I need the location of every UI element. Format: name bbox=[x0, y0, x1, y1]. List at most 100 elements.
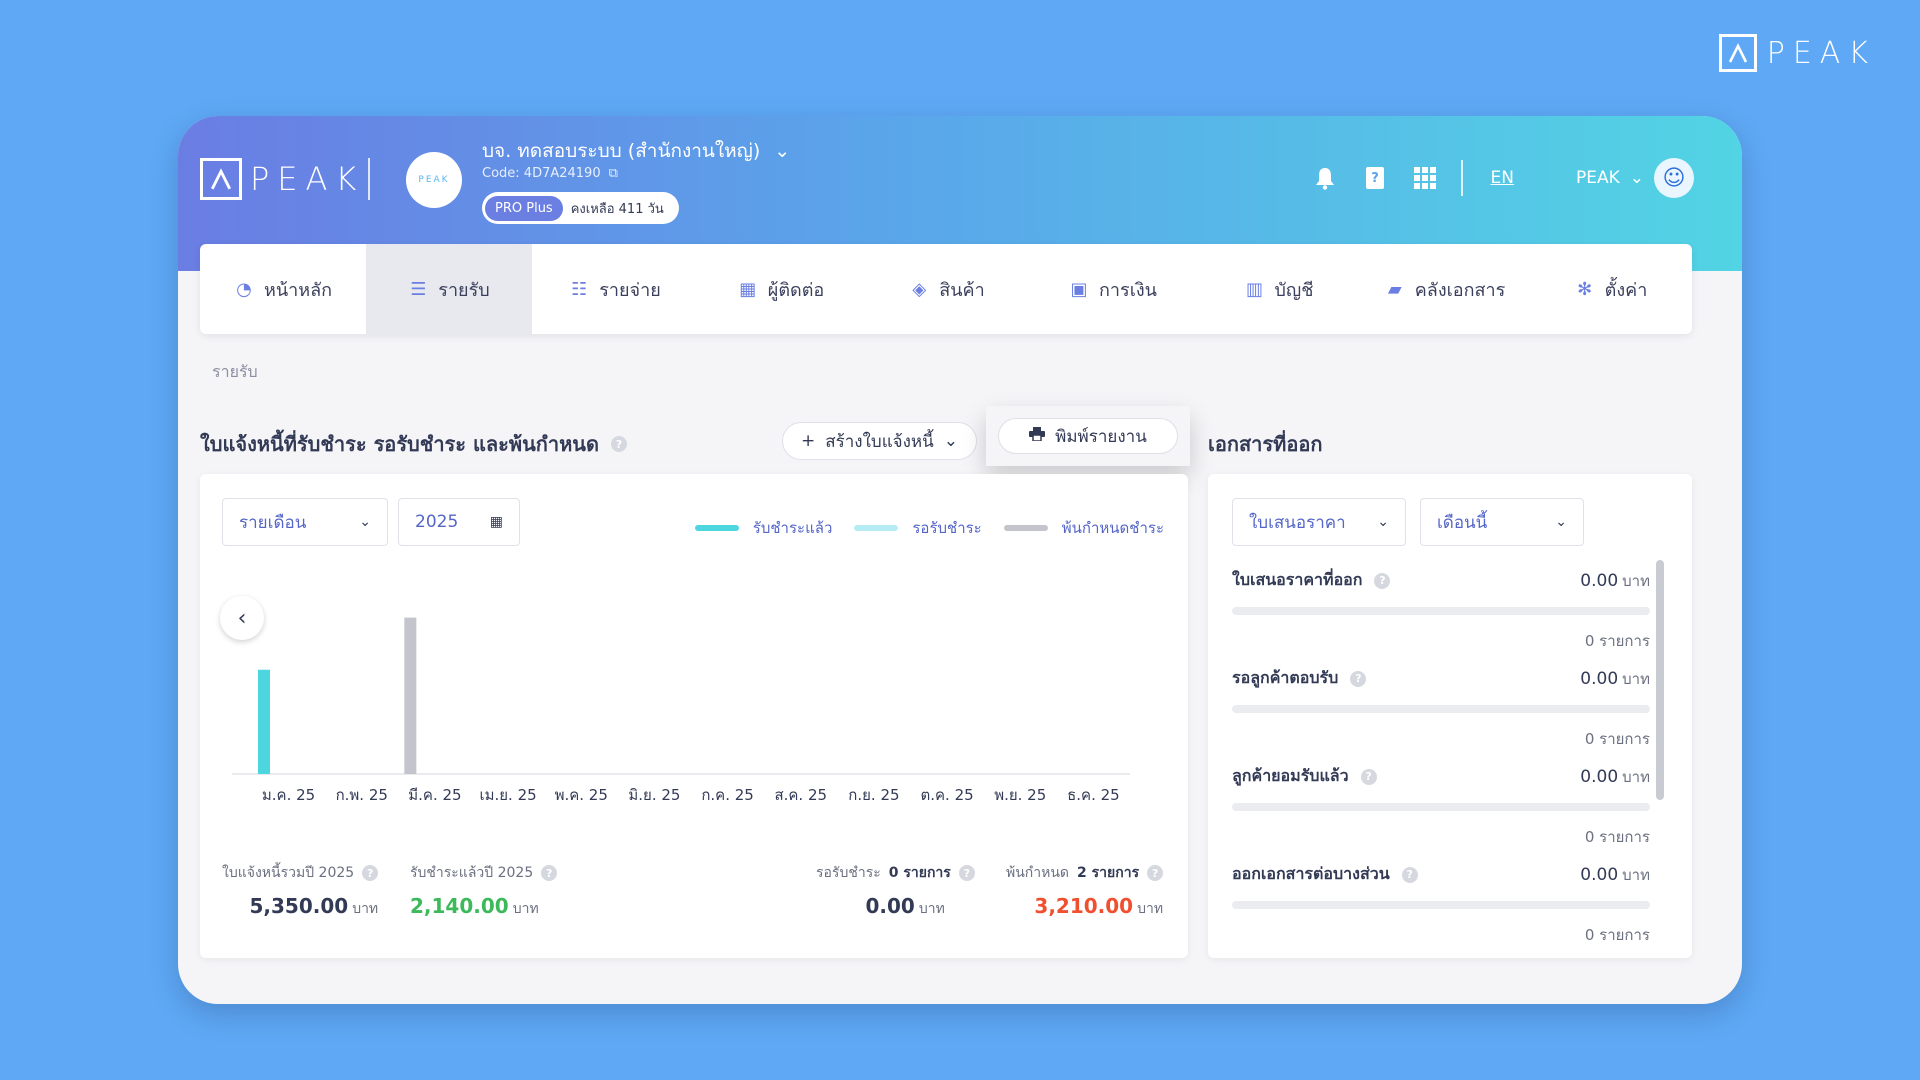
chart-legend: รับชำระแล้ว รอรับชำระ พ้นกำหนดชำระ bbox=[694, 516, 1164, 540]
document-row-count: 0 รายการ bbox=[1584, 828, 1650, 846]
print-report-button[interactable]: พิมพ์รายงาน bbox=[998, 418, 1178, 454]
document-row-count: 0 รายการ bbox=[1584, 632, 1650, 650]
stat-unit: บาท bbox=[1137, 901, 1164, 917]
document-row-count: 0 รายการ bbox=[1584, 730, 1650, 748]
print-report-popover: พิมพ์รายงาน bbox=[986, 406, 1190, 466]
gear-icon: ✻ bbox=[1577, 278, 1593, 300]
product-box-icon: ◈ bbox=[912, 278, 927, 300]
document-row[interactable]: รอลูกค้าตอบรับ? 0.00 บาท 0 รายการ bbox=[1232, 666, 1650, 751]
corner-peak-logo: PEAK bbox=[1718, 34, 1876, 72]
expense-icon: ☷ bbox=[571, 278, 588, 300]
help-icon[interactable]: ? bbox=[958, 865, 975, 881]
x-tick-label: มิ.ย. 25 bbox=[628, 786, 680, 804]
x-tick-label: ก.ค. 25 bbox=[701, 786, 754, 804]
document-row[interactable]: ลูกค้ายอมรับแล้ว? 0.00 บาท 0 รายการ bbox=[1232, 764, 1650, 849]
create-invoice-button[interactable]: + สร้างใบแจ้งหนี้ ⌄ bbox=[782, 422, 977, 460]
documents-scrollbar[interactable] bbox=[1656, 560, 1664, 800]
company-avatar[interactable]: PEAK bbox=[406, 152, 462, 208]
svg-text:?: ? bbox=[1371, 171, 1379, 186]
document-row-unit: บาท bbox=[1622, 865, 1650, 884]
period-select-value: รายเดือน bbox=[239, 512, 307, 533]
document-row-amount: 0.00 bbox=[1580, 864, 1619, 885]
plan-pill[interactable]: PRO Plus คงเหลือ 411 วัน bbox=[482, 192, 679, 224]
documents-card: ใบเสนอราคา ⌄ เดือนนี้ ⌄ ใบเสนอราคาที่ออก… bbox=[1208, 474, 1692, 958]
document-row-unit: บาท bbox=[1622, 571, 1650, 590]
help-icon[interactable]: ? bbox=[1147, 865, 1164, 881]
legend-item-overdue[interactable]: พ้นกำหนดชำระ bbox=[1003, 516, 1164, 540]
nav-item-contacts[interactable]: ▦ ผู้ติดต่อ bbox=[698, 244, 864, 334]
bell-icon[interactable] bbox=[1311, 164, 1339, 192]
document-row-amount: 0.00 bbox=[1580, 766, 1619, 787]
nav-item-accounting[interactable]: ▥ บัญชี bbox=[1196, 244, 1362, 334]
corner-logo-text: PEAK bbox=[1766, 35, 1876, 71]
stat-pending-count: 0 รายการ bbox=[888, 865, 951, 881]
help-icon[interactable]: ? bbox=[1374, 572, 1391, 589]
x-tick-label: ม.ค. 25 bbox=[262, 786, 315, 804]
year-picker[interactable]: 2025 ▦ bbox=[398, 498, 520, 546]
nav-label: ผู้ติดต่อ bbox=[767, 279, 825, 301]
document-row[interactable]: ใบเสนอราคาที่ออก? 0.00 บาท 0 รายการ bbox=[1232, 568, 1650, 653]
document-period-select[interactable]: เดือนนี้ ⌄ bbox=[1420, 498, 1584, 546]
document-type-select[interactable]: ใบเสนอราคา ⌄ bbox=[1232, 498, 1406, 546]
app-logo[interactable]: PEAK bbox=[200, 158, 364, 200]
peak-logo-icon bbox=[1718, 34, 1757, 72]
printer-icon bbox=[1029, 426, 1046, 446]
nav-label: การเงิน bbox=[1099, 279, 1157, 301]
company-name: บจ. ทดสอบระบบ (สำนักงานใหญ่) bbox=[482, 140, 761, 162]
stat-pending: รอรับชำระ 0 รายการ? 0.00 บาท bbox=[816, 862, 975, 920]
legend-swatch bbox=[854, 525, 899, 531]
x-tick-label: ส.ค. 25 bbox=[774, 786, 827, 804]
nav-label: ตั้งค่า bbox=[1604, 279, 1648, 301]
peak-logo-icon bbox=[200, 158, 242, 200]
legend-item-paid[interactable]: รับชำระแล้ว bbox=[694, 516, 832, 540]
nav-item-finance[interactable]: ▣ การเงิน bbox=[1030, 244, 1196, 334]
chevron-down-icon: ⌄ bbox=[359, 514, 371, 530]
create-invoice-label: สร้างใบแจ้งหนี้ bbox=[825, 431, 934, 452]
nav-item-expense[interactable]: ☷ รายจ่าย bbox=[532, 244, 698, 334]
language-link[interactable]: EN bbox=[1491, 168, 1514, 188]
help-icon[interactable]: ? bbox=[1401, 866, 1418, 883]
legend-item-pending[interactable]: รอรับชำระ bbox=[854, 516, 982, 540]
chevron-down-icon: ⌄ bbox=[1555, 514, 1567, 530]
document-row-unit: บาท bbox=[1622, 767, 1650, 786]
apps-grid-icon[interactable] bbox=[1411, 164, 1439, 192]
bar-พ้นกำหนดชำระ-มี.ค. 25[interactable] bbox=[404, 617, 417, 774]
company-avatar-logo: PEAK bbox=[418, 175, 450, 185]
bar-รับชำระแล้ว-ม.ค. 25[interactable] bbox=[258, 669, 270, 774]
help-icon[interactable]: ? bbox=[1360, 768, 1377, 785]
stat-paid-value: 2,140.00 bbox=[410, 894, 509, 918]
nav-item-products[interactable]: ◈ สินค้า bbox=[864, 244, 1030, 334]
income-icon: ☰ bbox=[410, 278, 427, 300]
nav-label: รายจ่าย bbox=[599, 279, 661, 301]
app-window: PEAK PEAK บจ. ทดสอบระบบ (สำนักงานใหญ่) ⌄… bbox=[178, 116, 1742, 1004]
help-icon[interactable]: ? bbox=[1350, 670, 1367, 687]
help-book-icon[interactable]: ? bbox=[1361, 164, 1389, 192]
help-icon[interactable]: ? bbox=[362, 865, 379, 881]
document-row-amount: 0.00 bbox=[1580, 570, 1619, 591]
document-row[interactable]: ออกเอกสารต่อบางส่วน? 0.00 บาท 0 รายการ bbox=[1232, 862, 1650, 947]
copy-icon[interactable]: ⧉ bbox=[609, 166, 618, 181]
contacts-icon: ▦ bbox=[739, 278, 757, 300]
x-tick-label: ธ.ค. 25 bbox=[1067, 786, 1120, 804]
help-icon[interactable]: ? bbox=[610, 436, 627, 452]
company-switcher[interactable]: บจ. ทดสอบระบบ (สำนักงานใหญ่) ⌄ bbox=[482, 136, 790, 166]
x-tick-label: พ.ย. 25 bbox=[994, 786, 1046, 804]
chevron-down-icon: ⌄ bbox=[1377, 514, 1389, 530]
section-title-text: ใบแจ้งหนี้ที่รับชำระ รอรับชำระ และพ้นกำห… bbox=[200, 432, 599, 456]
document-row-title: ออกเอกสารต่อบางส่วน bbox=[1232, 864, 1390, 883]
stat-overdue-label: พ้นกำหนด bbox=[1006, 865, 1070, 881]
period-select[interactable]: รายเดือน ⌄ bbox=[222, 498, 388, 546]
stat-unit: บาท bbox=[352, 901, 379, 917]
nav-item-home[interactable]: ◔ หน้าหลัก bbox=[200, 244, 366, 334]
dashboard-icon: ◔ bbox=[236, 278, 252, 300]
nav-item-settings[interactable]: ✻ ตั้งค่า bbox=[1528, 244, 1694, 334]
chevron-down-icon: ⌄ bbox=[774, 140, 791, 162]
nav-item-income[interactable]: ☰ รายรับ bbox=[366, 244, 532, 334]
user-menu[interactable]: PEAK ⌄ ☺ bbox=[1576, 158, 1694, 198]
nav-item-documents[interactable]: ▰ คลังเอกสาร bbox=[1362, 244, 1528, 334]
stat-pending-label: รอรับชำระ bbox=[816, 865, 881, 881]
plan-badge: PRO Plus bbox=[485, 195, 563, 221]
nav-label: คลังเอกสาร bbox=[1414, 279, 1506, 301]
legend-swatch bbox=[1003, 525, 1048, 531]
help-icon[interactable]: ? bbox=[541, 865, 558, 881]
